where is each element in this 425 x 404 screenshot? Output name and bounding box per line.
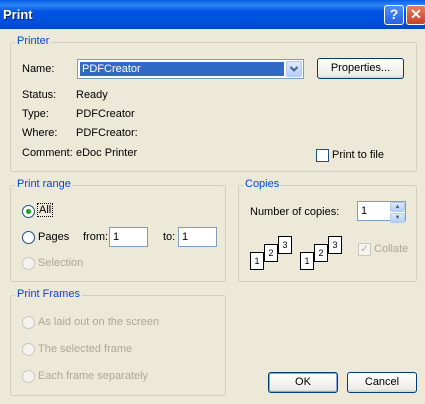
collate-checkbox[interactable]: ✓ — [358, 243, 371, 256]
from-input[interactable]: 1 — [109, 227, 148, 247]
window-title: Print — [3, 7, 33, 22]
cancel-button-label: Cancel — [364, 376, 400, 388]
comment-label: Comment: — [22, 147, 73, 159]
printer-name-value: PDFCreator — [82, 63, 141, 75]
status-value: Ready — [76, 89, 108, 101]
frames-selected-label: The selected frame — [38, 343, 133, 355]
status-label: Status: — [22, 89, 57, 101]
page-number: 2 — [268, 248, 274, 258]
all-label[interactable]: All — [36, 203, 54, 217]
page-number: 1 — [254, 256, 260, 266]
radio-selected-dot — [26, 209, 31, 214]
page-number: 2 — [318, 248, 324, 258]
number-of-copies-label: Number of copies: — [250, 206, 340, 218]
pages-label[interactable]: Pages — [38, 231, 69, 243]
print-to-file-label[interactable]: Print to file — [332, 149, 384, 161]
copies-spinner[interactable]: ▲ ▼ — [390, 202, 405, 223]
spin-down-icon[interactable]: ▼ — [390, 213, 405, 223]
title-bar[interactable]: Print ? ✕ — [0, 0, 425, 29]
dropdown-button[interactable] — [286, 61, 302, 77]
print-frames-legend: Print Frames — [15, 288, 82, 300]
spin-up-icon[interactable]: ▲ — [390, 202, 405, 212]
page-number: 3 — [282, 240, 288, 250]
all-radio[interactable] — [22, 205, 35, 218]
from-value: 1 — [113, 231, 120, 243]
where-value: PDFCreator: — [76, 127, 138, 139]
page-number: 1 — [304, 256, 310, 266]
selection-label: Selection — [38, 257, 84, 269]
type-label: Type: — [22, 108, 49, 120]
frames-each-separately-label: Each frame separately — [38, 370, 149, 382]
selection-radio[interactable] — [22, 257, 35, 270]
properties-button-label: Properties... — [330, 62, 391, 74]
ok-button-label: OK — [295, 376, 311, 388]
where-label: Where: — [22, 127, 58, 139]
properties-button[interactable]: Properties... — [317, 58, 404, 79]
frames-as-laid-out-label: As laid out on the screen — [38, 316, 160, 328]
printer-name-select[interactable]: PDFCreator — [77, 59, 304, 79]
frames-as-laid-out-radio[interactable] — [22, 316, 35, 329]
frames-selected-radio[interactable] — [22, 343, 35, 356]
print-range-legend: Print range — [15, 178, 73, 190]
collate-illustration-left: 3 2 1 — [250, 236, 296, 270]
help-icon: ? — [389, 6, 399, 22]
to-value: 1 — [182, 231, 189, 243]
collate-label: Collate — [374, 243, 409, 255]
to-label: to: — [163, 231, 176, 243]
printer-group-legend: Printer — [15, 35, 52, 47]
frames-each-separately-radio[interactable] — [22, 370, 35, 383]
close-button[interactable]: ✕ — [406, 5, 425, 25]
printer-name-selected: PDFCreator — [79, 61, 285, 77]
copies-value: 1 — [361, 205, 368, 217]
to-input[interactable]: 1 — [178, 227, 217, 247]
type-value: PDFCreator — [76, 108, 135, 120]
help-button[interactable]: ? — [384, 5, 404, 25]
copies-legend: Copies — [243, 178, 282, 190]
from-label: from: — [83, 231, 109, 243]
ok-button[interactable]: OK — [268, 372, 338, 393]
collate-illustration-right: 3 2 1 — [300, 236, 346, 270]
close-icon: ✕ — [410, 6, 422, 22]
cancel-button[interactable]: Cancel — [347, 372, 417, 393]
print-to-file-checkbox[interactable] — [316, 149, 329, 162]
pages-radio[interactable] — [22, 231, 35, 244]
comment-value: eDoc Printer — [76, 147, 138, 159]
page-number: 3 — [332, 240, 338, 250]
chevron-down-icon — [289, 66, 299, 72]
name-label: Name: — [22, 63, 55, 75]
